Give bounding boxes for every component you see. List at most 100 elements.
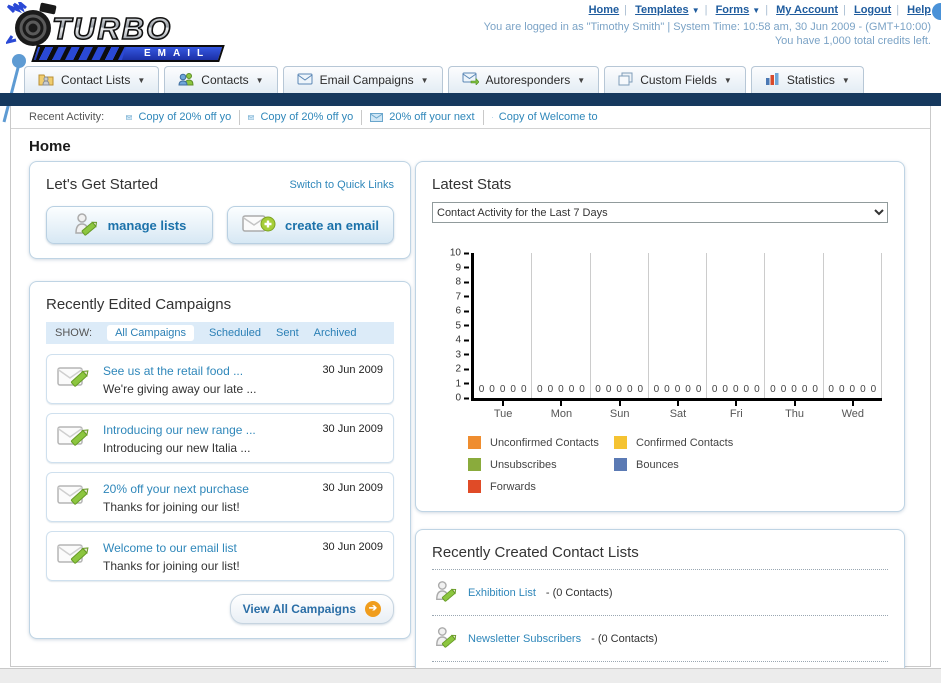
- y-tick-label: 2: [455, 363, 461, 375]
- envelope-arrow-icon: [462, 72, 479, 88]
- nav-link-home[interactable]: Home: [589, 4, 620, 16]
- recent-activity-bar: Recent Activity: Copy of 20% off yo Copy…: [11, 106, 930, 129]
- data-value-label: 0: [510, 384, 516, 395]
- x-tick-label: Thu: [765, 401, 823, 420]
- contacts-icon: [178, 72, 194, 89]
- campaign-title-link[interactable]: See us at the retail food ...: [103, 364, 243, 378]
- caret-down-icon: ▼: [137, 75, 146, 85]
- filter-archived[interactable]: Archived: [314, 327, 357, 339]
- campaign-card[interactable]: Introducing our new range ... Introducin…: [46, 413, 394, 463]
- data-value-label: 0: [637, 384, 644, 395]
- campaign-title-link[interactable]: 20% off your next purchase: [103, 482, 249, 496]
- tab-email-campaigns[interactable]: Email Campaigns ▼: [282, 66, 443, 93]
- data-value-label: 0: [743, 384, 750, 395]
- nav-link-templates[interactable]: Templates: [635, 4, 689, 16]
- help-bubble-icon[interactable]: [932, 3, 941, 20]
- campaign-title-link[interactable]: Introducing our new range ...: [103, 423, 256, 437]
- campaigns-title: Recently Edited Campaigns: [46, 296, 232, 313]
- contact-lists-panel: Recently Created Contact Lists Exhibitio…: [415, 529, 905, 683]
- contact-list-count: - (0 Contacts): [545, 586, 613, 599]
- tab-contact-lists[interactable]: Contact Lists ▼: [24, 66, 160, 93]
- nav-link-logout[interactable]: Logout: [854, 4, 891, 16]
- campaign-card[interactable]: Welcome to our email list Thanks for joi…: [46, 531, 394, 581]
- login-info: You are logged in as "Timothy Smith" | S…: [483, 21, 931, 33]
- data-value-label: 0: [520, 384, 527, 395]
- nav-link-my-account[interactable]: My Account: [776, 4, 838, 16]
- data-value-label: 0: [595, 384, 601, 395]
- arrow-right-icon: ➔: [365, 601, 381, 617]
- tab-label: Contact Lists: [61, 73, 131, 87]
- contact-list-item[interactable]: Exhibition List - (0 Contacts): [432, 570, 888, 616]
- data-value-label: 0: [568, 384, 575, 395]
- recent-activity-item[interactable]: Copy of 20% off yo: [118, 109, 241, 125]
- caret-down-icon: ▼: [723, 75, 732, 85]
- create-email-button[interactable]: create an email: [227, 206, 394, 244]
- campaign-date: 30 Jun 2009: [322, 423, 383, 435]
- contact-list-link[interactable]: Exhibition List: [468, 587, 536, 599]
- chart-group: 00000: [591, 253, 649, 398]
- legend-swatch: [614, 458, 627, 471]
- tab-contacts[interactable]: Contacts ▼: [164, 66, 278, 93]
- envelope-pencil-icon: [57, 363, 93, 396]
- filter-all-campaigns[interactable]: All Campaigns: [107, 325, 194, 341]
- data-value-label: 0: [558, 384, 564, 395]
- nav-link-help[interactable]: Help: [907, 4, 931, 16]
- tab-label: Custom Fields: [640, 73, 717, 87]
- data-value-label: 0: [838, 384, 845, 395]
- x-tick-label: Wed: [824, 401, 882, 420]
- data-value-label: 0: [711, 384, 718, 395]
- chart-group: 00000: [765, 253, 824, 398]
- turbo-email-logo: TURBO EMAIL: [4, 0, 256, 62]
- tab-custom-fields[interactable]: Custom Fields ▼: [604, 66, 746, 93]
- x-tick-label: Fri: [707, 401, 765, 420]
- y-tick-label: 9: [455, 262, 461, 273]
- nav-link-forms[interactable]: Forms: [716, 4, 750, 16]
- envelope-icon: [370, 112, 384, 122]
- campaign-card[interactable]: 20% off your next purchase Thanks for jo…: [46, 472, 394, 522]
- envelope-icon: [248, 114, 255, 120]
- contact-list-item[interactable]: Newsletter Subscribers - (0 Contacts): [432, 616, 888, 662]
- campaign-subtitle: We're giving away our late ...: [103, 382, 257, 396]
- caret-down-icon: ▼: [255, 75, 264, 85]
- navy-divider-bar: [0, 93, 941, 106]
- data-value-label: 0: [547, 384, 554, 395]
- stats-dropdown[interactable]: Contact Activity for the Last 7 Days: [432, 202, 888, 223]
- switch-quick-links-link[interactable]: Switch to Quick Links: [289, 179, 394, 191]
- tab-statistics[interactable]: Statistics ▼: [750, 66, 864, 93]
- caret-down-icon: ▼: [841, 75, 850, 85]
- header: TURBO EMAIL Home | Templates ▼ | Forms ▼ | …: [0, 0, 941, 123]
- filter-scheduled[interactable]: Scheduled: [209, 327, 261, 339]
- campaign-card[interactable]: See us at the retail food ... We're givi…: [46, 354, 394, 404]
- data-value-label: 0: [499, 384, 506, 395]
- data-value-label: 0: [626, 384, 633, 395]
- y-tick-label: 5: [455, 320, 461, 331]
- data-value-label: 0: [780, 384, 787, 395]
- data-value-label: 0: [791, 384, 797, 395]
- data-value-label: 0: [860, 384, 866, 395]
- manage-lists-button[interactable]: manage lists: [46, 206, 213, 244]
- recent-activity-item[interactable]: Copy of 20% off yo: [240, 109, 363, 125]
- chart-group: 00000: [707, 253, 766, 398]
- envelope-icon: [126, 114, 133, 120]
- data-value-label: 0: [605, 384, 612, 395]
- get-started-title: Let's Get Started: [46, 176, 159, 193]
- campaign-subtitle: Thanks for joining our list!: [103, 500, 240, 514]
- view-all-campaigns-button[interactable]: View All Campaigns ➔: [229, 594, 394, 624]
- y-tick-label: 7: [455, 291, 461, 302]
- contact-list-link[interactable]: Newsletter Subscribers: [468, 633, 581, 645]
- y-tick-label: 1: [455, 378, 461, 389]
- recent-activity-item[interactable]: 20% off your next: [362, 109, 484, 125]
- campaign-date: 30 Jun 2009: [322, 364, 383, 376]
- campaign-subtitle: Thanks for joining our list!: [103, 559, 240, 573]
- data-value-label: 0: [870, 384, 877, 395]
- filter-sent[interactable]: Sent: [276, 327, 299, 339]
- caret-down-icon: ▼: [577, 75, 586, 85]
- tab-autoresponders[interactable]: Autoresponders ▼: [447, 66, 600, 93]
- campaign-title-link[interactable]: Welcome to our email list: [103, 541, 237, 555]
- y-tick-label: 0: [455, 392, 461, 404]
- caret-down-icon: ▼: [420, 75, 429, 85]
- tab-label: Autoresponders: [485, 73, 571, 87]
- data-value-label: 0: [537, 384, 543, 395]
- campaign-list: See us at the retail food ... We're givi…: [46, 354, 394, 581]
- recent-activity-item[interactable]: Copy of Welcome to: [484, 110, 606, 125]
